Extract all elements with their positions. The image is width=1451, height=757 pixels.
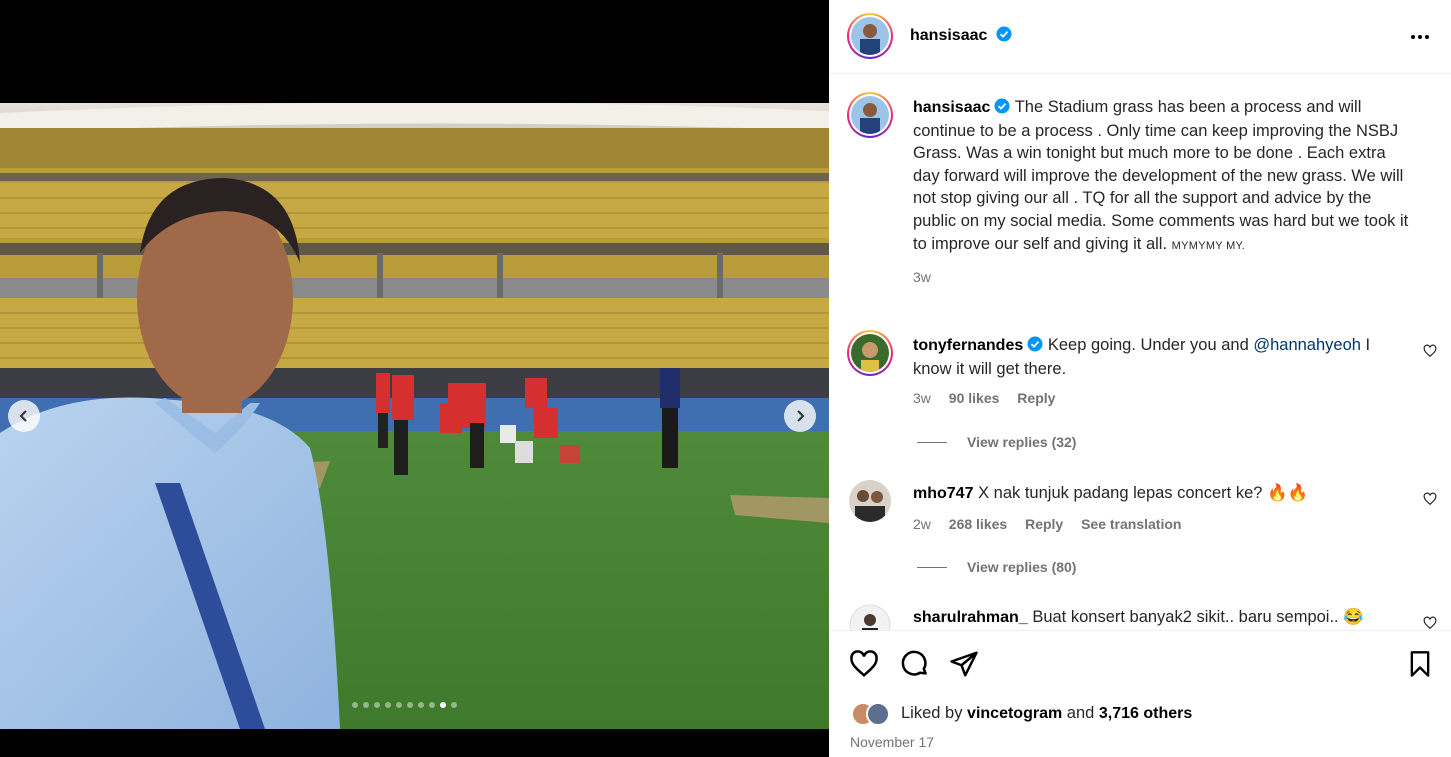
carousel-dot bbox=[352, 702, 358, 708]
carousel-dot bbox=[429, 702, 435, 708]
chevron-left-icon bbox=[19, 410, 27, 422]
liker-avatars[interactable] bbox=[851, 701, 891, 727]
save-button[interactable] bbox=[1406, 649, 1434, 684]
comment-like-button[interactable] bbox=[1423, 492, 1437, 511]
caption-avatar[interactable] bbox=[847, 92, 893, 138]
comment-likes[interactable]: 268 likes bbox=[949, 516, 1007, 532]
comment-avatar[interactable] bbox=[847, 330, 893, 376]
post-header: hansisaac bbox=[829, 0, 1451, 74]
more-options-button[interactable] bbox=[1409, 26, 1431, 53]
carousel-dot bbox=[418, 702, 424, 708]
caption-time[interactable]: 3w bbox=[913, 269, 931, 285]
comment: tonyfernandes Keep going. Under you and … bbox=[913, 334, 1403, 406]
caption-username[interactable]: hansisaac bbox=[913, 99, 990, 116]
likes-summary: Liked by vincetogram and 3,716 others bbox=[851, 701, 1192, 727]
heart-icon bbox=[1423, 344, 1437, 358]
carousel-prev-button[interactable] bbox=[8, 400, 40, 432]
verified-badge-icon bbox=[1027, 336, 1043, 352]
verified-badge-icon bbox=[996, 26, 1012, 42]
view-replies-label: View replies (32) bbox=[967, 434, 1077, 450]
liked-by-count[interactable]: 3,716 others bbox=[1099, 705, 1192, 722]
post-media bbox=[0, 0, 829, 756]
share-icon bbox=[950, 651, 978, 677]
more-icon bbox=[1411, 35, 1429, 39]
comment-reply-button[interactable]: Reply bbox=[1017, 390, 1055, 406]
caption: hansisaac The Stadium grass has been a p… bbox=[913, 96, 1413, 285]
comment-text: Buat konsert banyak2 sikit.. baru sempoi… bbox=[1032, 608, 1364, 626]
comment-button[interactable] bbox=[900, 649, 930, 684]
heart-icon bbox=[850, 650, 878, 677]
comment-time[interactable]: 2w bbox=[913, 516, 931, 532]
comment-icon bbox=[901, 650, 927, 676]
chevron-right-icon bbox=[797, 410, 805, 422]
comment-likes[interactable]: 90 likes bbox=[949, 390, 1000, 406]
like-button[interactable] bbox=[849, 649, 879, 684]
comment-avatar[interactable] bbox=[849, 480, 891, 522]
comment: mho747 X nak tunjuk padang lepas concert… bbox=[913, 482, 1403, 532]
heart-icon bbox=[1423, 492, 1437, 506]
caption-text: The Stadium grass has been a process and… bbox=[913, 98, 1409, 253]
stadium-selfie-image bbox=[0, 103, 829, 729]
heart-icon bbox=[1423, 616, 1437, 630]
comment-avatar[interactable] bbox=[849, 604, 891, 630]
comment-like-button[interactable] bbox=[1423, 344, 1437, 363]
comment-time[interactable]: 3w bbox=[913, 390, 931, 406]
comment: sharulrahman_ Buat konsert banyak2 sikit… bbox=[913, 606, 1403, 630]
share-button[interactable] bbox=[949, 649, 979, 684]
view-replies-button[interactable]: View replies (80) bbox=[917, 559, 1076, 575]
liked-by-prefix: Liked by bbox=[901, 704, 968, 723]
comment-text: X nak tunjuk padang lepas concert ke? 🔥🔥 bbox=[978, 484, 1309, 502]
carousel-dot bbox=[363, 702, 369, 708]
carousel-dot bbox=[374, 702, 380, 708]
comment-mention-link[interactable]: @hannahyeoh bbox=[1253, 336, 1361, 354]
carousel-next-button[interactable] bbox=[784, 400, 816, 432]
carousel-dot bbox=[396, 702, 402, 708]
author-avatar[interactable] bbox=[847, 13, 893, 59]
carousel-dot bbox=[440, 702, 446, 708]
view-replies-label: View replies (80) bbox=[967, 559, 1077, 575]
comment-text: Keep going. Under you and bbox=[1047, 336, 1254, 354]
see-translation-button[interactable]: See translation bbox=[1081, 516, 1181, 532]
verified-badge-icon bbox=[994, 98, 1010, 114]
post-actions: Liked by vincetogram and 3,716 others No… bbox=[829, 630, 1451, 757]
carousel-dot bbox=[451, 702, 457, 708]
view-replies-button[interactable]: View replies (32) bbox=[917, 434, 1076, 450]
caption-tail: MYMYMY MY. bbox=[1171, 239, 1246, 252]
author-username[interactable]: hansisaac bbox=[910, 27, 987, 44]
comment-username[interactable]: sharulrahman_ bbox=[913, 609, 1028, 626]
comment-username[interactable]: mho747 bbox=[913, 485, 973, 502]
carousel-dot bbox=[407, 702, 413, 708]
carousel-dot bbox=[385, 702, 391, 708]
comment-like-button[interactable] bbox=[1423, 616, 1437, 630]
liked-by-user[interactable]: vincetogram bbox=[967, 705, 1062, 722]
liked-by-mid: and bbox=[1062, 704, 1099, 723]
comment-reply-button[interactable]: Reply bbox=[1025, 516, 1063, 532]
post-details-panel: hansisaac hansisaac The Stadium grass ha… bbox=[829, 0, 1451, 757]
post-photo bbox=[0, 103, 829, 729]
carousel-indicator bbox=[352, 702, 457, 708]
comment-username[interactable]: tonyfernandes bbox=[913, 337, 1023, 354]
bookmark-icon bbox=[1410, 651, 1430, 677]
post-date[interactable]: November 17 bbox=[850, 734, 934, 750]
